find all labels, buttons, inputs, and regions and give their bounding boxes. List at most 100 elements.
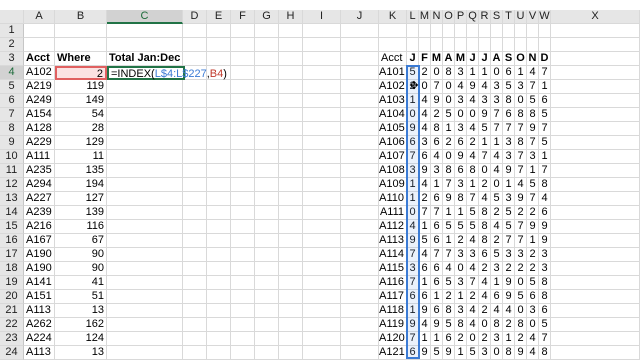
column-header-f[interactable]: F — [231, 10, 255, 24]
month-value-cell[interactable]: 6 — [455, 164, 467, 178]
right-acct-cell[interactable]: A103 — [379, 94, 407, 108]
month-value-cell[interactable]: 8 — [527, 108, 539, 122]
grid-cell[interactable] — [279, 220, 303, 234]
month-value-cell[interactable]: 4 — [419, 122, 431, 136]
grid-cell[interactable] — [207, 38, 231, 52]
grid-cell[interactable] — [491, 24, 503, 38]
grid-cell[interactable] — [303, 52, 341, 66]
month-value-cell[interactable]: 5 — [491, 192, 503, 206]
grid-cell[interactable] — [231, 150, 255, 164]
acct-cell[interactable]: A113 — [24, 346, 55, 360]
month-value-cell[interactable]: 7 — [515, 150, 527, 164]
right-acct-cell[interactable]: A117 — [379, 290, 407, 304]
grid-cell[interactable] — [231, 24, 255, 38]
grid-cell[interactable] — [279, 24, 303, 38]
grid-cell[interactable] — [303, 94, 341, 108]
month-value-cell[interactable]: 3 — [407, 164, 419, 178]
grid-cell[interactable] — [491, 38, 503, 52]
grid-cell[interactable] — [479, 24, 491, 38]
month-value-cell[interactable]: 4 — [467, 262, 479, 276]
column-header-u[interactable]: U — [515, 10, 527, 24]
month-value-cell[interactable]: 1 — [431, 332, 443, 346]
grid-cell[interactable] — [279, 38, 303, 52]
grid-cell[interactable] — [107, 178, 183, 192]
month-value-cell[interactable]: 6 — [407, 290, 419, 304]
grid-cell[interactable] — [255, 178, 279, 192]
month-value-cell[interactable]: 9 — [443, 346, 455, 360]
column-header-j[interactable]: J — [341, 10, 379, 24]
grid-cell[interactable] — [107, 248, 183, 262]
grid-cell[interactable] — [303, 136, 341, 150]
grid-cell[interactable] — [527, 24, 539, 38]
month-value-cell[interactable]: 6 — [503, 66, 515, 80]
grid-cell[interactable] — [303, 66, 341, 80]
grid-cell[interactable] — [107, 164, 183, 178]
month-value-cell[interactable]: 4 — [419, 248, 431, 262]
month-value-cell[interactable]: 0 — [491, 346, 503, 360]
month-value-cell[interactable]: 6 — [539, 304, 551, 318]
grid-cell[interactable] — [231, 262, 255, 276]
month-value-cell[interactable]: 7 — [503, 122, 515, 136]
where-cell[interactable]: 51 — [55, 290, 107, 304]
grid-cell[interactable] — [303, 346, 341, 360]
grid-cell[interactable] — [279, 136, 303, 150]
month-value-cell[interactable]: 2 — [479, 332, 491, 346]
grid-cell[interactable] — [255, 206, 279, 220]
month-value-cell[interactable]: 3 — [491, 332, 503, 346]
grid-cell[interactable] — [255, 150, 279, 164]
grid-cell[interactable] — [107, 262, 183, 276]
month-value-cell[interactable]: 9 — [503, 164, 515, 178]
grid-cell[interactable] — [207, 192, 231, 206]
grid-cell[interactable] — [303, 164, 341, 178]
grid-cell[interactable] — [279, 304, 303, 318]
month-value-cell[interactable]: 0 — [515, 276, 527, 290]
grid-cell[interactable] — [551, 248, 640, 262]
row-header-22[interactable]: 22 — [0, 318, 24, 332]
grid-cell[interactable] — [341, 108, 379, 122]
month-value-cell[interactable]: 0 — [467, 332, 479, 346]
grid-cell[interactable] — [279, 262, 303, 276]
month-value-cell[interactable]: 1 — [443, 122, 455, 136]
grid-cell[interactable] — [303, 178, 341, 192]
grid-cell[interactable] — [107, 290, 183, 304]
grid-cell[interactable] — [407, 24, 419, 38]
month-value-cell[interactable]: 8 — [479, 206, 491, 220]
month-value-cell[interactable]: 3 — [539, 248, 551, 262]
month-value-cell[interactable]: 4 — [539, 192, 551, 206]
row-header-13[interactable]: 13 — [0, 192, 24, 206]
grid-cell[interactable] — [231, 38, 255, 52]
grid-cell[interactable] — [207, 150, 231, 164]
grid-cell[interactable] — [279, 164, 303, 178]
grid-cell[interactable] — [341, 38, 379, 52]
acct-cell[interactable]: A216 — [24, 220, 55, 234]
month-value-cell[interactable]: 2 — [491, 206, 503, 220]
grid-cell[interactable] — [279, 150, 303, 164]
month-value-cell[interactable]: 3 — [503, 248, 515, 262]
grid-cell[interactable] — [183, 150, 207, 164]
month-value-cell[interactable]: 1 — [407, 178, 419, 192]
grid-cell[interactable] — [107, 206, 183, 220]
month-value-cell[interactable]: 7 — [539, 122, 551, 136]
grid-cell[interactable] — [341, 206, 379, 220]
grid-cell[interactable] — [279, 248, 303, 262]
month-value-cell[interactable]: 3 — [431, 164, 443, 178]
month-value-cell[interactable]: 3 — [515, 248, 527, 262]
month-value-cell[interactable]: 9 — [515, 192, 527, 206]
month-value-cell[interactable]: 2 — [479, 262, 491, 276]
month-header[interactable]: A — [443, 52, 455, 66]
month-value-cell[interactable]: 5 — [455, 220, 467, 234]
month-value-cell[interactable]: 9 — [467, 80, 479, 94]
row-header-3[interactable]: 3 — [0, 52, 24, 66]
right-acct-cell[interactable]: A104 — [379, 108, 407, 122]
month-header[interactable]: F — [419, 52, 431, 66]
month-value-cell[interactable]: 3 — [455, 122, 467, 136]
grid-cell[interactable] — [207, 332, 231, 346]
month-value-cell[interactable]: 2 — [503, 318, 515, 332]
month-header[interactable]: J — [467, 52, 479, 66]
grid-cell[interactable] — [107, 346, 183, 360]
grid-cell[interactable] — [107, 94, 183, 108]
grid-cell[interactable] — [341, 234, 379, 248]
month-value-cell[interactable]: 2 — [527, 206, 539, 220]
month-value-cell[interactable]: 1 — [479, 66, 491, 80]
month-value-cell[interactable]: 1 — [503, 332, 515, 346]
